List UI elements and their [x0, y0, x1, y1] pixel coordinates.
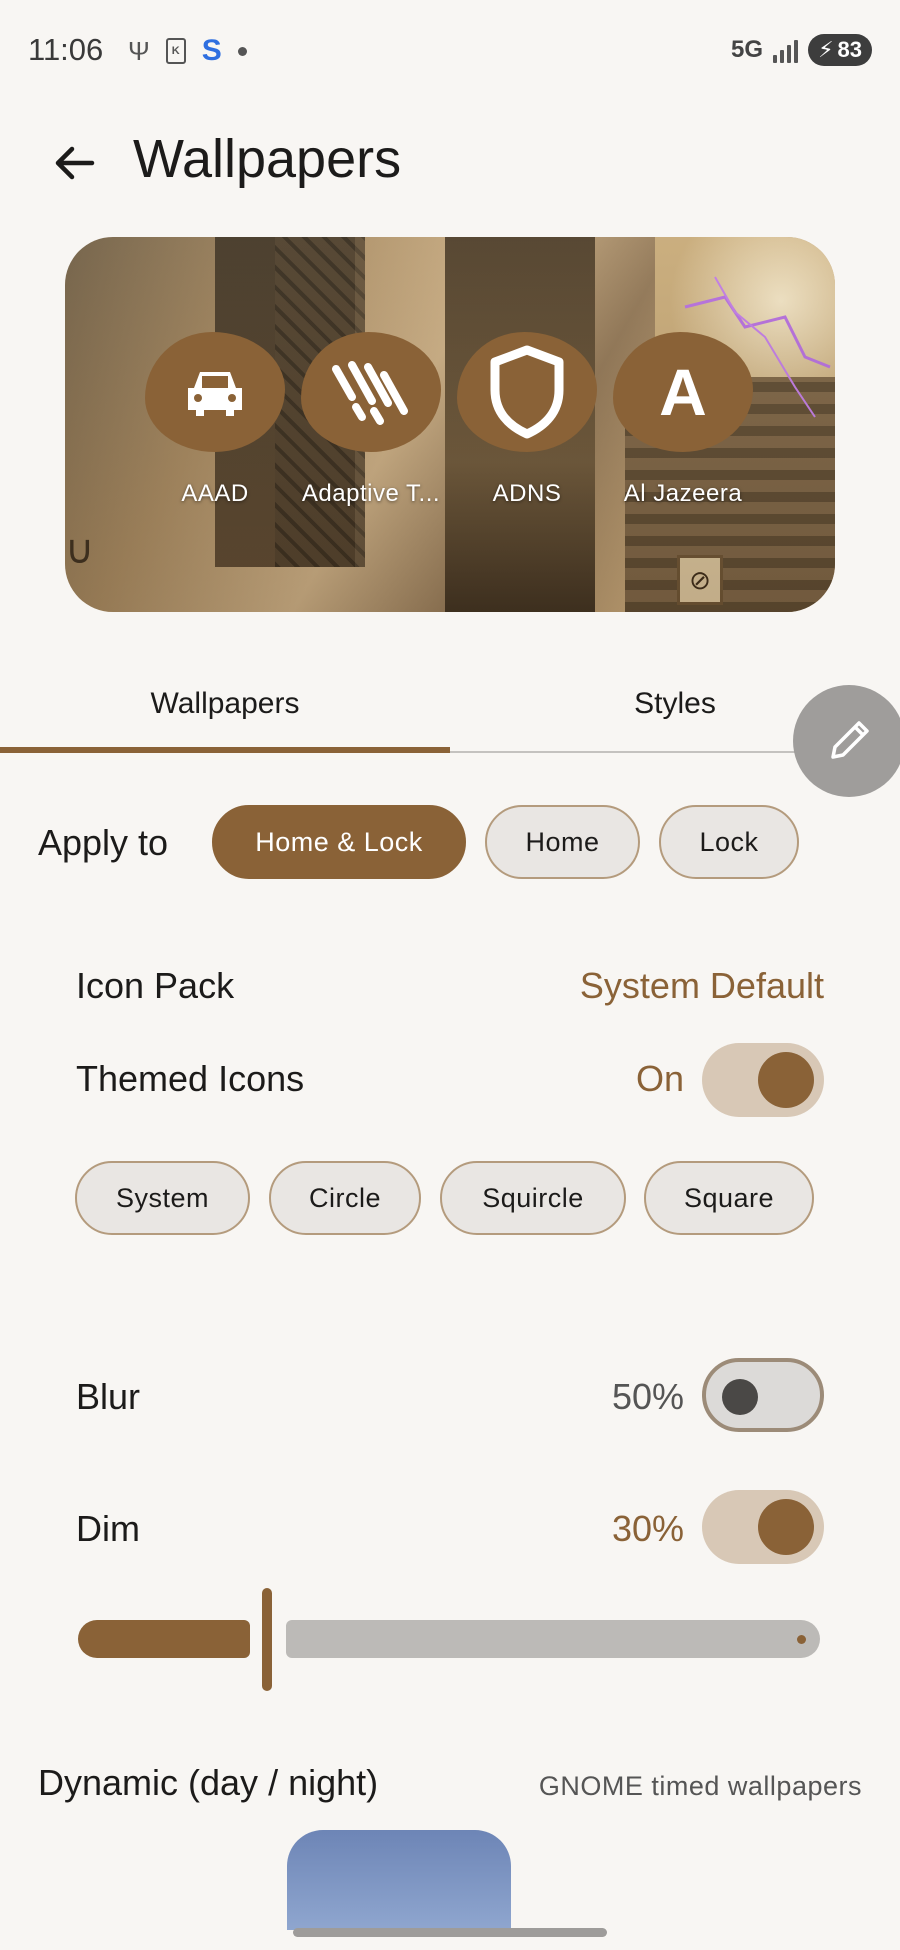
- usb-icon: Ψ: [128, 36, 150, 66]
- wallpaper-preview[interactable]: ⊘ ∪ AAAD: [65, 237, 835, 612]
- tab-indicator: [0, 747, 450, 753]
- app-label: Adaptive T...: [301, 480, 441, 507]
- preview-app-icons: AAAD Adaptive T... ADNS A Al Jazeera: [145, 332, 753, 508]
- preview-app-item: AAAD: [145, 332, 285, 508]
- blur-label: Blur: [76, 1376, 141, 1417]
- slider-inactive-track[interactable]: [286, 1620, 820, 1658]
- back-arrow-icon: [55, 146, 95, 180]
- dim-label: Dim: [76, 1508, 140, 1549]
- page-title: Wallpapers: [133, 129, 402, 189]
- slider-handle[interactable]: [262, 1588, 272, 1691]
- status-bar: 11:06 Ψ K S 5G ⚡ 83: [0, 0, 900, 100]
- slider-end-dot: [797, 1635, 806, 1644]
- status-time: 11:06: [28, 32, 104, 67]
- more-notifications-icon: [237, 46, 247, 56]
- app-label: Al Jazeera: [623, 480, 743, 507]
- preview-app-item: Adaptive T...: [301, 332, 441, 508]
- app-label: AAAD: [181, 480, 249, 507]
- app-notification-icon: K: [165, 38, 186, 64]
- tab-bar: Wallpapers Styles: [0, 660, 900, 753]
- network-type: 5G: [731, 36, 764, 63]
- dynamic-label: Dynamic (day / night): [38, 1762, 379, 1803]
- system-icons: 5G ⚡ 83: [731, 34, 872, 66]
- apply-home-lock-chip[interactable]: Home & Lock: [212, 805, 466, 879]
- car-icon: [145, 332, 285, 452]
- dim-toggle[interactable]: [702, 1490, 824, 1564]
- apply-to-label: Apply to: [38, 822, 169, 863]
- charging-icon: ⚡: [818, 37, 834, 62]
- shape-system-chip[interactable]: System: [75, 1161, 250, 1235]
- apply-lock-chip[interactable]: Lock: [659, 805, 799, 879]
- themed-icons-label: Themed Icons: [76, 1058, 305, 1099]
- blur-value: 50%: [611, 1376, 684, 1417]
- home-indicator[interactable]: [293, 1928, 607, 1937]
- letter-a-icon: A: [613, 332, 753, 452]
- dim-value: 30%: [611, 1508, 684, 1549]
- icon-pack-label[interactable]: Icon Pack: [76, 965, 234, 1007]
- shape-square-chip[interactable]: Square: [644, 1161, 814, 1235]
- dynamic-wallpaper-thumbnail[interactable]: [287, 1830, 511, 1930]
- notification-icons: Ψ K S: [128, 34, 247, 68]
- app-label: ADNS: [492, 480, 562, 507]
- apply-home-chip[interactable]: Home: [485, 805, 640, 879]
- stripes-icon: [301, 332, 441, 452]
- dynamic-subtitle: GNOME timed wallpapers: [538, 1771, 862, 1801]
- slider-active-track[interactable]: [78, 1620, 250, 1658]
- signal-icon: [773, 37, 799, 63]
- battery-indicator: ⚡ 83: [808, 34, 872, 66]
- preview-app-item: ADNS: [457, 332, 597, 508]
- edit-button[interactable]: [793, 685, 900, 797]
- back-button[interactable]: [50, 138, 100, 188]
- pencil-icon: [831, 721, 869, 759]
- shape-circle-chip[interactable]: Circle: [269, 1161, 421, 1235]
- shape-squircle-chip[interactable]: Squircle: [440, 1161, 626, 1235]
- preview-app-item: A Al Jazeera: [613, 332, 753, 508]
- themed-icons-toggle[interactable]: [702, 1043, 824, 1117]
- battery-level: 83: [837, 37, 862, 62]
- icon-pack-value[interactable]: System Default: [580, 965, 824, 1007]
- blur-toggle[interactable]: [702, 1358, 824, 1432]
- tab-wallpapers[interactable]: Wallpapers: [0, 660, 450, 748]
- s-app-icon: S: [201, 34, 222, 67]
- shield-icon: [457, 332, 597, 452]
- themed-icons-value: On: [635, 1058, 684, 1099]
